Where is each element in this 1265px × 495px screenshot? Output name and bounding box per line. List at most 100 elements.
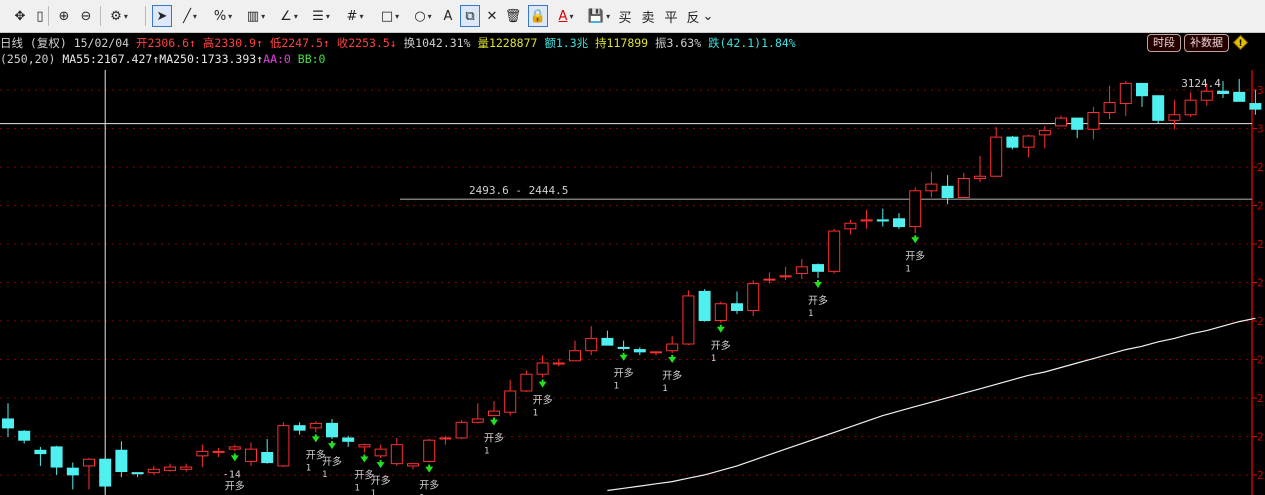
signal-label: 开多	[533, 394, 553, 407]
save-tool-button[interactable]: 💾 ▾	[585, 5, 613, 27]
color-tool-button[interactable]: A ▾	[553, 5, 579, 27]
info_line1-segment: 收2253.5	[336, 36, 390, 50]
candle-body	[1038, 129, 1051, 136]
candle-body	[1233, 91, 1246, 102]
line-tool-button[interactable]: ╱ ▾	[176, 5, 204, 27]
fib-tool-button[interactable]: ▥ ▾	[242, 5, 270, 27]
toolbar-separator	[145, 6, 146, 26]
channel-tool-button[interactable]: ☰ ▾	[307, 5, 335, 27]
toolbar: ✥ ▯ ⊕ ⊖ ⚙ ▾ ➤ ╱ ▾% ▾ ▥ ▾ ∠ ▾ ☰ ▾ # ▾ □ ▾ ○ ▾ A ⧉ ✕ 🗑 🔒 A ▾ 💾 ▾ 买卖平反 ⌄	[0, 0, 1265, 33]
settings-button[interactable]: ⚙ ▾	[104, 5, 134, 27]
copy-tool-icon: ⧉	[465, 8, 475, 24]
close-position-button[interactable]: 平	[662, 5, 680, 27]
candle-body	[504, 390, 517, 413]
info_line1-segment: 开2306.6	[136, 36, 190, 50]
ellipse-tool-icon: ○	[414, 8, 426, 24]
candle-body	[747, 283, 760, 311]
move-icon: ✥	[14, 8, 26, 24]
price-axis-label: 2	[1257, 469, 1264, 482]
info_line1-segment: ↑	[322, 36, 337, 50]
sell-button[interactable]: 卖	[639, 5, 657, 27]
percent-tool-button[interactable]: % ▾	[208, 5, 238, 27]
info_line1-segment: 量1228877	[477, 36, 545, 50]
buy-button[interactable]: 买	[616, 5, 634, 27]
candle-body	[374, 448, 387, 457]
text-tool-button[interactable]: A	[440, 5, 456, 27]
info_line2-segment: MA250:1733.393	[159, 52, 257, 66]
zoom-out-button[interactable]: ⊖	[77, 5, 95, 27]
chevron-down-icon: ▾	[606, 11, 611, 21]
candle-body	[569, 350, 581, 362]
angle-tool-button[interactable]: ∠ ▾	[275, 5, 303, 27]
grid-tool-button[interactable]: # ▾	[341, 5, 369, 27]
candle-body	[228, 446, 241, 450]
candle-body	[617, 346, 630, 349]
candle-body	[974, 175, 986, 179]
single-bar-button[interactable]: ▯	[33, 5, 47, 27]
delete-tool-button[interactable]: ✕	[484, 5, 500, 27]
price-axis-label: 2	[1257, 200, 1264, 213]
signal-count: 1	[614, 382, 619, 392]
copy-tool-button[interactable]: ⧉	[460, 5, 480, 27]
info_line2-segment: (250,20)	[0, 52, 63, 66]
quote-info-line: 日线 (复权) 15/02/04 开2306.6↑ 高2330.9↑ 低2247…	[0, 35, 796, 51]
price-axis-label: 2	[1257, 354, 1264, 367]
candle-body	[488, 410, 500, 417]
candle-body	[682, 295, 695, 345]
candle-body	[1071, 117, 1084, 130]
info_line1-segment: 持117899	[595, 36, 656, 50]
color-tool-icon: A	[558, 8, 568, 24]
candle-body	[876, 219, 889, 222]
trash-button[interactable]: 🗑	[504, 5, 522, 27]
candle-body	[1152, 95, 1165, 121]
candle-body	[1249, 103, 1262, 110]
info_line1-segment: 高2330.9	[202, 36, 256, 50]
lock-button[interactable]: 🔒	[528, 5, 548, 27]
candle-body	[358, 444, 371, 448]
candle-body	[471, 418, 484, 423]
info_line2-segment: BB:0	[297, 52, 326, 66]
candle-body	[66, 467, 79, 476]
info_line1-segment: 低2247.5	[269, 36, 323, 50]
candle-body	[860, 219, 873, 222]
signal-count: 1	[484, 447, 489, 457]
zoom-in-button[interactable]: ⊕	[55, 5, 73, 27]
candle-body	[1006, 136, 1019, 148]
more-tools-button[interactable]: ⌄	[702, 5, 714, 27]
info_line1-segment: ↑	[189, 36, 203, 50]
candle-body	[83, 458, 95, 467]
candle-body	[941, 185, 954, 198]
signal-label: 开多	[711, 339, 731, 352]
price-axis-label: 2	[1257, 161, 1264, 174]
candle-body	[893, 218, 905, 228]
cursor-tool-button[interactable]: ➤	[152, 5, 172, 27]
candle-body	[536, 362, 549, 375]
signal-count: 1	[905, 264, 910, 274]
signal-label: 开多	[808, 294, 828, 307]
line-tool-icon: ╱	[183, 8, 191, 24]
candle-body	[990, 136, 1003, 177]
candlestick-chart[interactable]: 222222222332493.6 - 2444.53124.4-14开多1开多…	[0, 70, 1265, 495]
candle-body	[196, 450, 209, 457]
signal-label: 开多	[322, 455, 342, 468]
candle-body	[698, 290, 711, 322]
warning-icon[interactable]: !	[1233, 35, 1248, 50]
reverse-button[interactable]: 反	[684, 5, 702, 27]
ellipse-tool-button[interactable]: ○ ▾	[409, 5, 437, 27]
candle-body	[18, 430, 31, 441]
candle-body	[1168, 114, 1181, 121]
percent-tool-icon: %	[213, 8, 227, 24]
candle-body	[520, 373, 533, 392]
signal-label: 开多	[225, 479, 245, 492]
zoom-out-icon: ⊖	[80, 8, 92, 24]
rect-tool-button[interactable]: □ ▾	[375, 5, 405, 27]
signal-count: 1	[322, 470, 327, 480]
settings-icon: ⚙	[110, 8, 122, 24]
trash-icon: 🗑	[504, 8, 522, 24]
move-button[interactable]: ✥	[10, 5, 30, 27]
candle-body	[261, 452, 274, 464]
candle-body	[795, 266, 808, 275]
lock-icon: 🔒	[529, 8, 547, 24]
supplement-data-button[interactable]: 补数据	[1184, 34, 1229, 52]
period-button[interactable]: 时段	[1147, 34, 1181, 52]
